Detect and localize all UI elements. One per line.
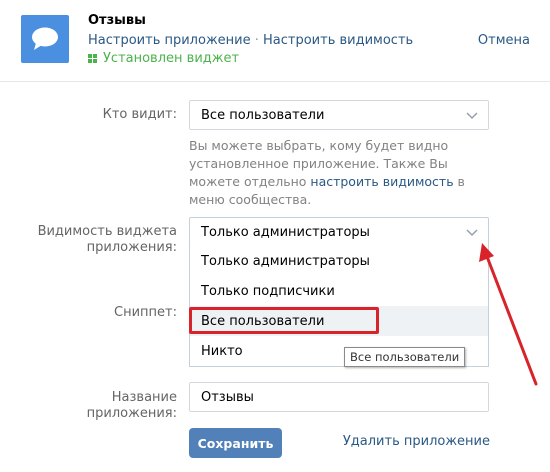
- who-sees-label: Кто видит:: [102, 107, 177, 122]
- option-tooltip: Все пользователи: [344, 347, 466, 367]
- save-button[interactable]: Сохранить: [189, 428, 282, 458]
- app-header: Отзывы Настроить приложение · Настроить …: [0, 0, 550, 82]
- app-title: Отзывы: [88, 13, 146, 28]
- widget-visibility-label-line2: приложения:: [86, 240, 177, 255]
- who-sees-select[interactable]: Все пользователи: [189, 100, 489, 130]
- app-name-input[interactable]: Отзывы: [189, 382, 489, 412]
- who-sees-value: Все пользователи: [201, 107, 325, 123]
- speech-bubble-icon: [21, 15, 69, 63]
- widget-status: Установлен виджет: [88, 51, 239, 66]
- hint-visibility-link[interactable]: настроить видимость: [310, 174, 453, 189]
- visibility-hint: Вы можете выбрать, кому будет видно уста…: [189, 137, 489, 209]
- app-links: Настроить приложение · Настроить видимос…: [88, 33, 413, 48]
- dropdown-option-subscribers[interactable]: Только подписчики: [190, 276, 488, 306]
- chevron-down-icon: [466, 112, 478, 120]
- delete-app-link[interactable]: Удалить приложение: [343, 434, 490, 449]
- widget-visibility-select[interactable]: Только администраторы: [189, 217, 489, 247]
- widget-visibility-label-line1: Видимость виджета: [37, 224, 177, 239]
- link-separator: ·: [250, 33, 264, 48]
- widget-status-label: Установлен виджет: [103, 51, 240, 66]
- annotation-highlight-box: [189, 307, 379, 334]
- widget-visibility-label: Видимость виджета приложения:: [20, 224, 177, 256]
- configure-visibility-link[interactable]: Настроить видимость: [263, 33, 413, 48]
- chevron-down-icon: [466, 229, 478, 237]
- cancel-link[interactable]: Отмена: [478, 33, 530, 48]
- snippet-label: Сниппет:: [114, 305, 177, 320]
- configure-app-link[interactable]: Настроить приложение: [88, 33, 251, 48]
- widget-visibility-value: Только администраторы: [201, 224, 370, 240]
- dropdown-option-admins[interactable]: Только администраторы: [190, 246, 488, 276]
- app-name-label: Название приложения:: [86, 390, 177, 421]
- widget-grid-icon: [88, 54, 97, 63]
